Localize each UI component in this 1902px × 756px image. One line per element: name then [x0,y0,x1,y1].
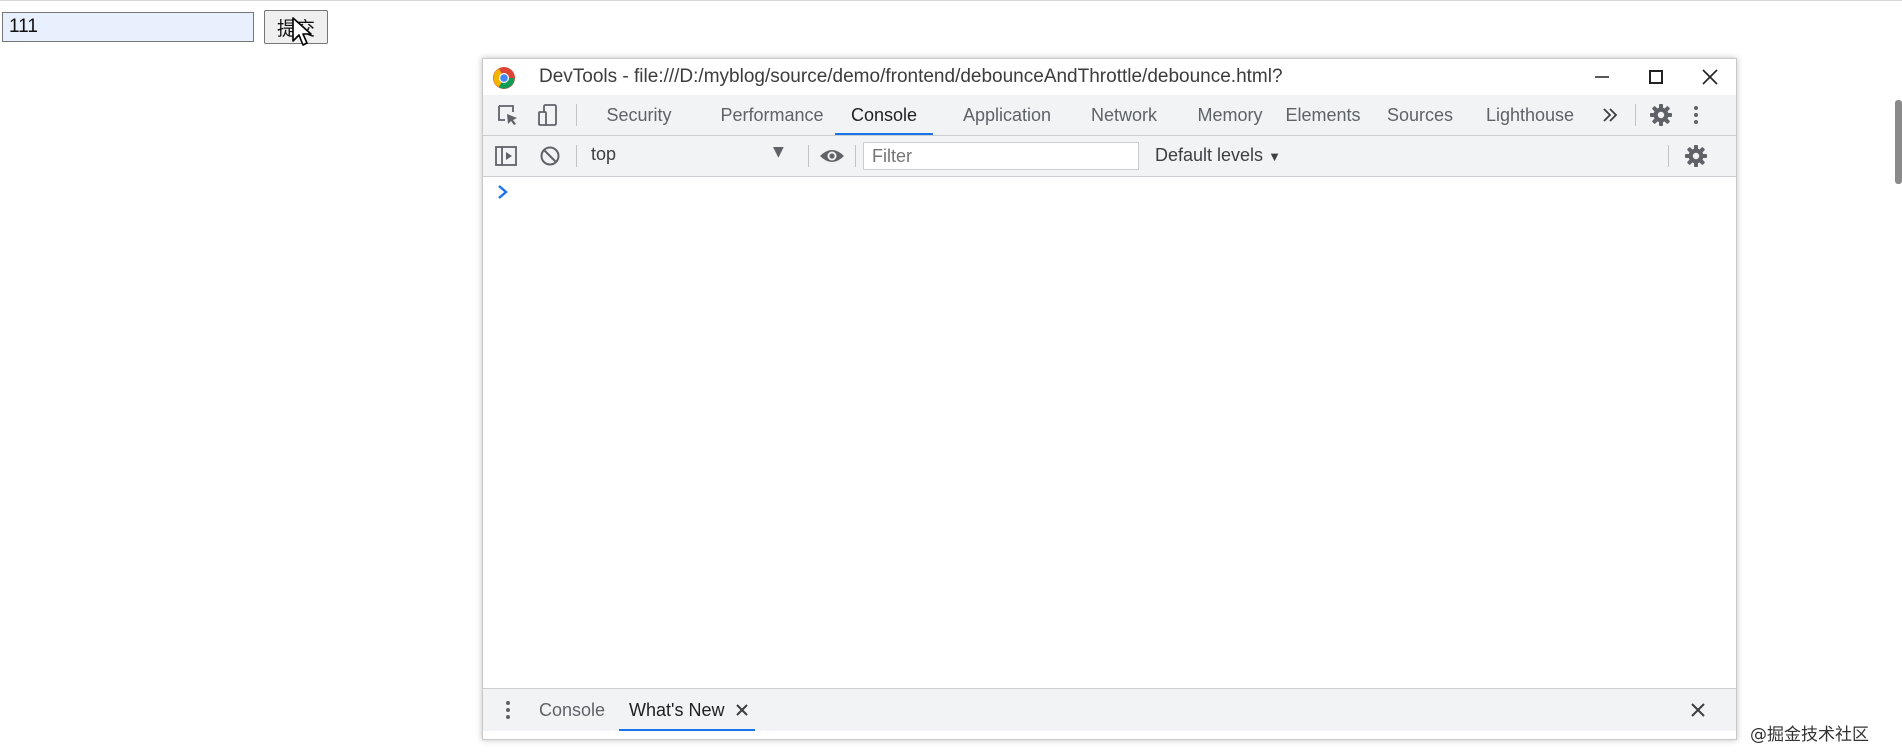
context-selector[interactable]: top [591,144,791,168]
live-expression-button[interactable] [819,144,845,168]
maximize-button[interactable] [1629,59,1683,95]
device-toolbar-button[interactable] [535,103,561,127]
clear-console-icon [540,146,560,166]
drawer-tab-console[interactable]: Console [539,689,605,731]
text-input[interactable] [2,12,254,42]
close-tab-icon[interactable] [735,703,749,717]
watermark: @掘金技术社区 [1750,725,1869,745]
filter-input[interactable] [863,142,1139,170]
kebab-menu-icon [1694,106,1698,124]
clear-console-button[interactable] [537,144,563,168]
more-options-button[interactable] [1683,103,1709,127]
console-output[interactable] [483,177,1736,688]
gear-icon [1650,104,1672,126]
page-top-border [0,0,1902,1]
minimize-icon [1595,76,1609,78]
tab-network[interactable]: Network [1079,95,1169,135]
drawer-tab-label: What's New [629,700,725,720]
close-drawer-button[interactable] [1685,698,1711,722]
console-prompt-icon [498,185,508,199]
drawer-menu-button[interactable] [495,698,521,722]
tab-performance[interactable]: Performance [705,95,839,135]
tabbar-separator [1635,104,1636,126]
more-tabs-icon [1603,108,1618,122]
toolbar-separator [808,145,809,167]
chrome-logo-icon [493,67,515,89]
more-tabs-button[interactable] [1597,103,1623,127]
drawer-tab-whats-new[interactable]: What's New [619,689,756,731]
tab-sources[interactable]: Sources [1377,95,1463,135]
console-toolbar: top ▼ Default levels ▼ [483,136,1736,177]
tab-lighthouse[interactable]: Lighthouse [1471,95,1589,135]
toolbar-separator [576,145,577,167]
device-toolbar-icon [538,104,557,126]
page-scrollbar[interactable] [1895,100,1902,184]
minimize-button[interactable] [1575,59,1629,95]
inspect-element-icon [498,105,517,125]
chevron-down-icon: ▼ [773,144,784,160]
settings-button[interactable] [1648,103,1674,127]
devtools-drawer: Console What's New [483,688,1736,731]
close-icon [1702,69,1718,85]
toolbar-separator [1668,145,1669,167]
tab-elements[interactable]: Elements [1273,95,1373,135]
inspect-element-button[interactable] [495,103,521,127]
show-sidebar-button[interactable] [493,144,519,168]
devtools-window: DevTools - file:///D:/myblog/source/demo… [482,58,1737,740]
tab-security[interactable]: Security [593,95,685,135]
tab-console[interactable]: Console [835,95,933,135]
kebab-menu-icon [506,701,510,719]
tab-memory[interactable]: Memory [1183,95,1277,135]
window-title: DevTools - file:///D:/myblog/source/demo… [539,66,1283,87]
tab-application[interactable]: Application [945,95,1069,135]
toolbar-separator [855,145,856,167]
devtools-titlebar: DevTools - file:///D:/myblog/source/demo… [483,59,1736,95]
context-value: top [591,144,617,164]
sidebar-toggle-icon [495,146,517,166]
maximize-icon [1649,70,1663,84]
chevron-down-icon: ▼ [1268,149,1281,164]
log-levels-label: Default levels [1155,145,1264,165]
submit-button[interactable]: 提交 [264,10,328,44]
log-levels-dropdown[interactable]: Default levels ▼ [1155,145,1281,166]
eye-icon [820,150,844,162]
console-settings-button[interactable] [1683,144,1709,168]
gear-icon [1685,145,1707,167]
close-drawer-icon [1691,703,1705,717]
panel-tabbar: Security Performance Console Application… [483,95,1736,136]
tabbar-separator [576,104,577,126]
close-window-button[interactable] [1683,59,1736,95]
